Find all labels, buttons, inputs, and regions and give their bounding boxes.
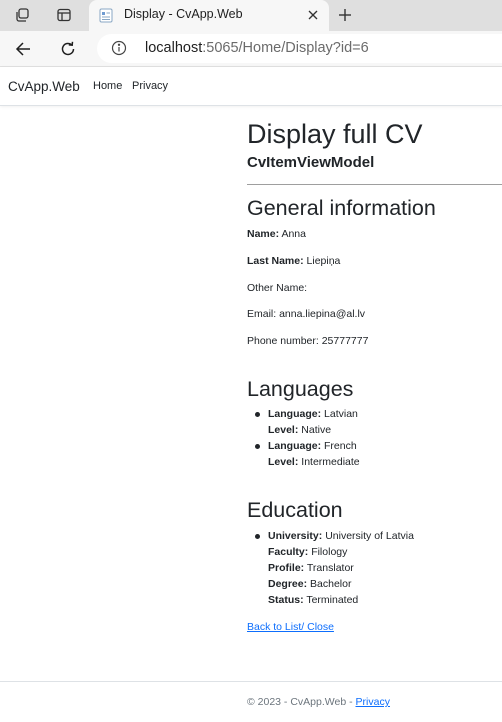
footer-copyright: © 2023 - CvApp.Web - [247, 696, 356, 708]
list-item: University: University of Latvia Faculty… [254, 528, 414, 608]
general-info-heading: General information [247, 196, 436, 220]
page-favicon-icon [99, 8, 114, 28]
address-bar[interactable]: localhost:5065/Home/Display?id=6 [97, 34, 502, 63]
education-list: University: University of Latvia Faculty… [254, 528, 414, 608]
education-heading: Education [247, 498, 343, 522]
language-value: Latvian [324, 408, 358, 420]
list-item: Language: French Level: Intermediate [254, 438, 360, 470]
url-text: localhost:5065/Home/Display?id=6 [145, 40, 369, 56]
name-value: Anna [281, 228, 306, 240]
languages-heading: Languages [247, 377, 354, 401]
email-field: Email: anna.liepina@al.lv [247, 308, 366, 320]
browser-toolbar: localhost:5065/Home/Display?id=6 [0, 31, 502, 67]
level-label: Level: [268, 456, 299, 468]
language-label: Language: [268, 440, 322, 452]
nav-privacy-link[interactable]: Privacy [132, 80, 168, 92]
url-path: :5065/Home/Display?id=6 [202, 40, 369, 56]
tab-actions-icon[interactable] [51, 3, 77, 27]
university-value: University of Latvia [325, 530, 414, 542]
close-tab-icon[interactable] [303, 5, 323, 25]
name-field: Name: Anna [247, 228, 306, 240]
level-value: Native [301, 424, 332, 436]
last-name-field: Last Name: Liepiņa [247, 255, 340, 267]
new-tab-button[interactable] [332, 3, 358, 27]
site-info-icon[interactable] [111, 40, 127, 61]
back-icon[interactable] [10, 36, 36, 62]
other-name-field: Other Name: [247, 282, 308, 294]
degree-value: Bachelor [310, 578, 352, 590]
name-label: Name: [247, 228, 280, 240]
list-item: Language: Latvian Level: Native [254, 406, 360, 438]
site-navbar: CvApp.Web Home Privacy [0, 67, 502, 106]
university-label: University: [268, 530, 323, 542]
refresh-icon[interactable] [55, 36, 81, 62]
last-name-label: Last Name: [247, 255, 304, 267]
status-label: Status: [268, 594, 304, 606]
url-host: localhost [145, 40, 203, 56]
profile-value: Translator [306, 562, 354, 574]
languages-list: Language: Latvian Level: Native Language… [254, 406, 360, 470]
faculty-label: Faculty: [268, 546, 309, 558]
phone-field: Phone number: 25777777 [247, 335, 369, 347]
divider [247, 184, 502, 185]
browser-tab-strip: Display - CvApp.Web [0, 0, 502, 31]
footer-divider [0, 681, 502, 682]
active-tab[interactable]: Display - CvApp.Web [89, 0, 329, 31]
degree-label: Degree: [268, 578, 308, 590]
language-value: French [324, 440, 357, 452]
tab-title: Display - CvApp.Web [124, 7, 243, 21]
model-name: CvItemViewModel [247, 154, 375, 171]
last-name-value: Liepiņa [306, 255, 341, 267]
back-to-list-link[interactable]: Back to List/ Close [247, 621, 334, 633]
brand-link[interactable]: CvApp.Web [8, 79, 80, 94]
status-value: Terminated [306, 594, 359, 606]
page-header: Display full CV CvItemViewModel [247, 118, 502, 172]
footer-privacy-link[interactable]: Privacy [356, 696, 390, 708]
language-label: Language: [268, 408, 322, 420]
profile-label: Profile: [268, 562, 305, 574]
level-label: Level: [268, 424, 299, 436]
level-value: Intermediate [301, 456, 360, 468]
faculty-value: Filology [311, 546, 348, 558]
footer: © 2023 - CvApp.Web - Privacy [247, 696, 390, 708]
page-title: Display full CV [247, 119, 423, 149]
nav-home-link[interactable]: Home [93, 80, 122, 92]
workspaces-icon[interactable] [9, 3, 35, 27]
